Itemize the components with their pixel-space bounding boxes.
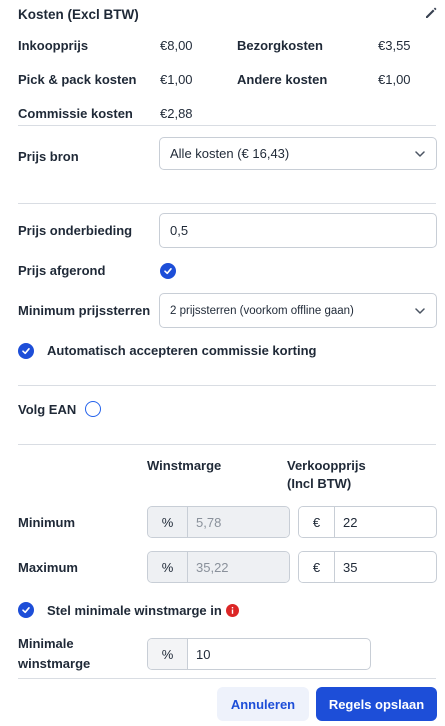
divider: [18, 444, 436, 445]
inkoopprijs-value: €8,00: [160, 38, 193, 53]
minimum-prijssterren-label: Minimum prijssterren: [18, 303, 151, 318]
pick-pack-label: Pick & pack kosten: [18, 72, 137, 87]
andere-kosten-label: Andere kosten: [237, 72, 328, 87]
maximum-row-label: Maximum: [18, 560, 78, 575]
percent-addon: %: [148, 639, 188, 669]
prijs-bron-value: Alle kosten (€ 16,43): [170, 146, 290, 161]
divider: [18, 385, 436, 386]
prijs-onderbieding-label: Prijs onderbieding: [18, 223, 133, 238]
divider: [18, 678, 436, 679]
volg-ean-checkbox[interactable]: [85, 401, 101, 417]
inkoopprijs-label: Inkoopprijs: [18, 38, 89, 53]
prijs-bron-label: Prijs bron: [18, 149, 79, 164]
minimum-verkoopprijs-value: 22: [343, 514, 358, 530]
info-icon[interactable]: [226, 604, 239, 617]
maximum-verkoopprijs-input[interactable]: € 35: [298, 551, 437, 583]
save-rules-button[interactable]: Regels opslaan: [316, 687, 437, 721]
minimum-verkoopprijs-input[interactable]: € 22: [298, 506, 437, 538]
pencil-icon[interactable]: [424, 6, 438, 20]
euro-addon: €: [299, 552, 335, 582]
minimum-winstmarge-field: % 5,78: [147, 506, 290, 538]
divider: [18, 203, 436, 204]
pick-pack-value: €1,00: [160, 72, 193, 87]
minimale-winstmarge-label-line2: winstmarge: [18, 656, 91, 671]
chevron-down-icon: [415, 307, 425, 314]
andere-kosten-value: €1,00: [378, 72, 411, 87]
commissie-label: Commissie kosten: [18, 106, 133, 121]
chevron-down-icon: [415, 150, 425, 157]
minimale-winstmarge-value: 10: [196, 646, 211, 662]
minimum-row-label: Minimum: [18, 515, 76, 530]
minimum-winstmarge-value: 5,78: [188, 507, 289, 537]
minimale-winstmarge-input[interactable]: % 10: [147, 638, 371, 670]
check-icon: [22, 607, 30, 614]
divider: [18, 125, 436, 126]
check-icon: [22, 348, 30, 355]
auto-accept-label: Automatisch accepteren commissie korting: [47, 343, 317, 358]
maximum-winstmarge-value: 35,22: [188, 552, 289, 582]
maximum-verkoopprijs-value: 35: [343, 559, 358, 575]
auto-accept-checkbox[interactable]: [18, 343, 34, 359]
maximum-winstmarge-field: % 35,22: [147, 551, 290, 583]
percent-addon: %: [148, 507, 188, 537]
verkoopprijs-column-subheader: (Incl BTW): [287, 476, 352, 491]
prijs-bron-select[interactable]: Alle kosten (€ 16,43): [159, 137, 437, 170]
prijs-afgerond-checkbox[interactable]: [160, 263, 176, 279]
prijs-onderbieding-value: 0,5: [170, 223, 189, 238]
stel-minimale-winstmarge-checkbox[interactable]: [18, 602, 34, 618]
euro-addon: €: [299, 507, 335, 537]
minimum-prijssterren-value: 2 prijssterren (voorkom offline gaan): [170, 304, 354, 317]
costs-section-title: Kosten (Excl BTW): [18, 7, 139, 22]
commissie-value: €2,88: [160, 106, 193, 121]
percent-addon: %: [148, 552, 188, 582]
cancel-button[interactable]: Annuleren: [217, 687, 309, 721]
minimum-prijssterren-select[interactable]: 2 prijssterren (voorkom offline gaan): [159, 293, 437, 328]
volg-ean-label: Volg EAN: [18, 402, 77, 417]
check-icon: [164, 268, 172, 275]
prijs-onderbieding-input[interactable]: 0,5: [159, 213, 437, 248]
winstmarge-column-header: Winstmarge: [147, 458, 222, 473]
bezorgkosten-value: €3,55: [378, 38, 411, 53]
bezorgkosten-label: Bezorgkosten: [237, 38, 323, 53]
minimale-winstmarge-label-line1: Minimale: [18, 636, 74, 651]
verkoopprijs-column-header: Verkoopprijs: [287, 458, 366, 473]
prijs-afgerond-label: Prijs afgerond: [18, 263, 106, 278]
stel-minimale-winstmarge-label: Stel minimale winstmarge in: [47, 603, 222, 618]
